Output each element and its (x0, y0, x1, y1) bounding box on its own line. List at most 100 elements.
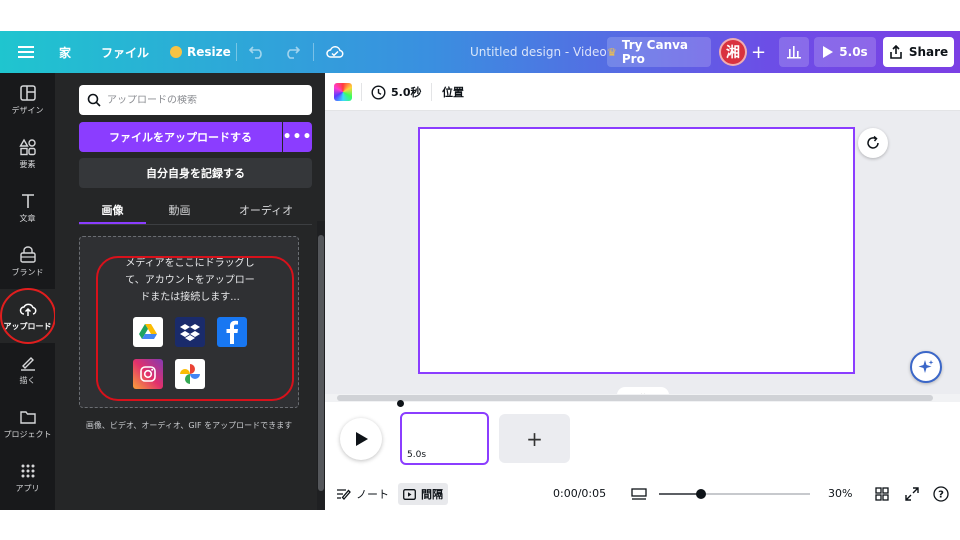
home-link[interactable]: 家 (59, 31, 71, 73)
supported-formats-note: 画像、ビデオ、オーディオ、GIF をアップロードできます (85, 421, 293, 430)
search-icon (87, 93, 101, 107)
position-button[interactable]: 位置 (442, 73, 464, 111)
notes-button[interactable]: ノート (336, 477, 389, 510)
rail-label: 文章 (19, 214, 36, 223)
instagram-icon[interactable] (133, 359, 163, 389)
facebook-icon[interactable] (217, 317, 247, 347)
tab-audio[interactable]: オーディオ (220, 197, 312, 223)
panel-scroll-thumb[interactable] (318, 235, 324, 491)
rail-item-elements[interactable]: 要素 (0, 127, 55, 181)
rail-item-design[interactable]: デザイン (0, 73, 55, 127)
tab-videos[interactable]: 動画 (146, 197, 213, 223)
divider (431, 83, 432, 101)
drop-line: ドまたは接続します... (140, 292, 240, 303)
page-thumbnail-icon[interactable] (631, 477, 647, 510)
tabs-divider (79, 224, 312, 225)
fullscreen-icon[interactable] (905, 477, 919, 510)
notes-label: ノート (356, 487, 389, 501)
analytics-icon[interactable] (779, 37, 809, 67)
zoom-slider[interactable] (659, 489, 810, 499)
crown-icon: ♛ (607, 45, 617, 59)
media-tabs: 画像 動画 オーディオ (79, 197, 312, 225)
zoom-percent[interactable]: 30% (828, 477, 852, 510)
top-bar: 家 ファイル Resize Untitled design - Video ♛ … (0, 31, 960, 73)
add-page-button[interactable]: + (499, 414, 570, 463)
rail-label: デザイン (11, 106, 44, 115)
resize-label: Resize (187, 45, 231, 59)
menu-icon[interactable] (18, 31, 34, 73)
clock-icon (371, 84, 386, 100)
share-button[interactable]: Share (883, 37, 954, 67)
timeline-play-button[interactable] (340, 418, 382, 460)
shapes-icon (18, 138, 36, 156)
rail-label: ブランド (11, 268, 44, 277)
uploads-panel: ファイルをアップロードする ••• 自分自身を記録する 画像 動画 オーディオ … (55, 73, 325, 510)
zoom-slider-fill (659, 493, 702, 495)
color-picker-icon[interactable] (334, 83, 352, 101)
try-pro-button[interactable]: ♛ Try Canva Pro (607, 37, 711, 67)
share-icon (890, 45, 902, 59)
play-icon (823, 46, 834, 58)
video-frame-icon (403, 488, 416, 500)
magic-assistant-icon[interactable] (910, 351, 942, 383)
more-options-button[interactable]: ••• (283, 122, 312, 152)
google-photos-icon[interactable] (175, 359, 205, 389)
zoom-slider-knob[interactable] (696, 489, 707, 499)
tab-images[interactable]: 画像 (79, 197, 146, 223)
help-icon[interactable]: ? (933, 477, 949, 510)
design-title[interactable]: Untitled design - Video (470, 31, 607, 73)
cloud-save-icon[interactable] (326, 31, 344, 73)
editor-toolbar: 5.0秒 位置 (325, 73, 960, 111)
search-box[interactable] (79, 85, 312, 115)
interval-label: 間隔 (421, 488, 443, 501)
play-duration: 5.0s (839, 45, 868, 59)
redo-icon[interactable] (284, 31, 300, 73)
interval-button[interactable]: 間隔 (398, 483, 448, 505)
divider (313, 43, 314, 61)
rail-item-projects[interactable]: プロジェクト (0, 397, 55, 451)
undo-icon[interactable] (249, 31, 265, 73)
canvas-scroll-thumb[interactable] (337, 395, 933, 401)
dropbox-icon[interactable] (175, 317, 205, 347)
design-page[interactable] (418, 127, 855, 374)
grid-view-icon[interactable] (875, 477, 889, 510)
rail-item-brand[interactable]: ブランド (0, 235, 55, 289)
panel-scrollbar[interactable] (317, 221, 325, 510)
playhead-marker[interactable] (397, 400, 404, 407)
rail-label: 描く (19, 376, 36, 385)
apps-grid-icon (21, 464, 34, 478)
canvas-horizontal-scrollbar[interactable] (325, 394, 960, 402)
rail-item-uploads[interactable]: アップロード (0, 289, 55, 343)
search-input[interactable] (107, 94, 287, 106)
rail-label: アプリ (15, 484, 40, 493)
timeline-clip[interactable]: 5.0s (400, 412, 489, 465)
duration-control[interactable]: 5.0秒 (371, 73, 422, 111)
rail-item-text[interactable]: 文章 (0, 181, 55, 235)
folder-icon (19, 411, 36, 424)
preview-play-button[interactable]: 5.0s (814, 37, 876, 67)
upload-cloud-icon (19, 303, 36, 316)
file-menu[interactable]: ファイル (101, 31, 149, 73)
drop-line: て、アカウントをアップロー (125, 275, 255, 286)
rail-item-apps[interactable]: アプリ (0, 451, 55, 505)
play-icon (355, 432, 368, 446)
drop-instructions: メディアをここにドラッグし て、アカウントをアップロー ドまたは接続します... (100, 255, 280, 306)
refresh-icon[interactable] (858, 128, 888, 158)
notes-icon (337, 488, 351, 500)
brand-icon (19, 246, 36, 263)
resize-button[interactable]: Resize (170, 31, 231, 73)
record-yourself-button[interactable]: 自分自身を記録する (79, 158, 312, 188)
time-readout: 0:00/0:05 (553, 487, 607, 500)
left-rail: デザイン 要素 文章 ブランド アップロード 描く プロジェクト アプリ (0, 73, 55, 510)
drop-zone[interactable]: メディアをここにドラッグし て、アカウントをアップロー ドまたは接続します... (79, 236, 299, 408)
add-people-icon[interactable]: + (751, 31, 766, 73)
google-drive-icon[interactable] (133, 317, 163, 347)
avatar[interactable]: 湘 (719, 38, 747, 66)
divider (361, 83, 362, 101)
upload-files-button[interactable]: ファイルをアップロードする (79, 122, 282, 152)
clip-duration: 5.0s (407, 450, 427, 460)
timeline: 5.0s + (325, 400, 960, 477)
layout-icon (19, 85, 36, 101)
try-pro-label: Try Canva Pro (621, 38, 689, 66)
rail-item-draw[interactable]: 描く (0, 343, 55, 397)
